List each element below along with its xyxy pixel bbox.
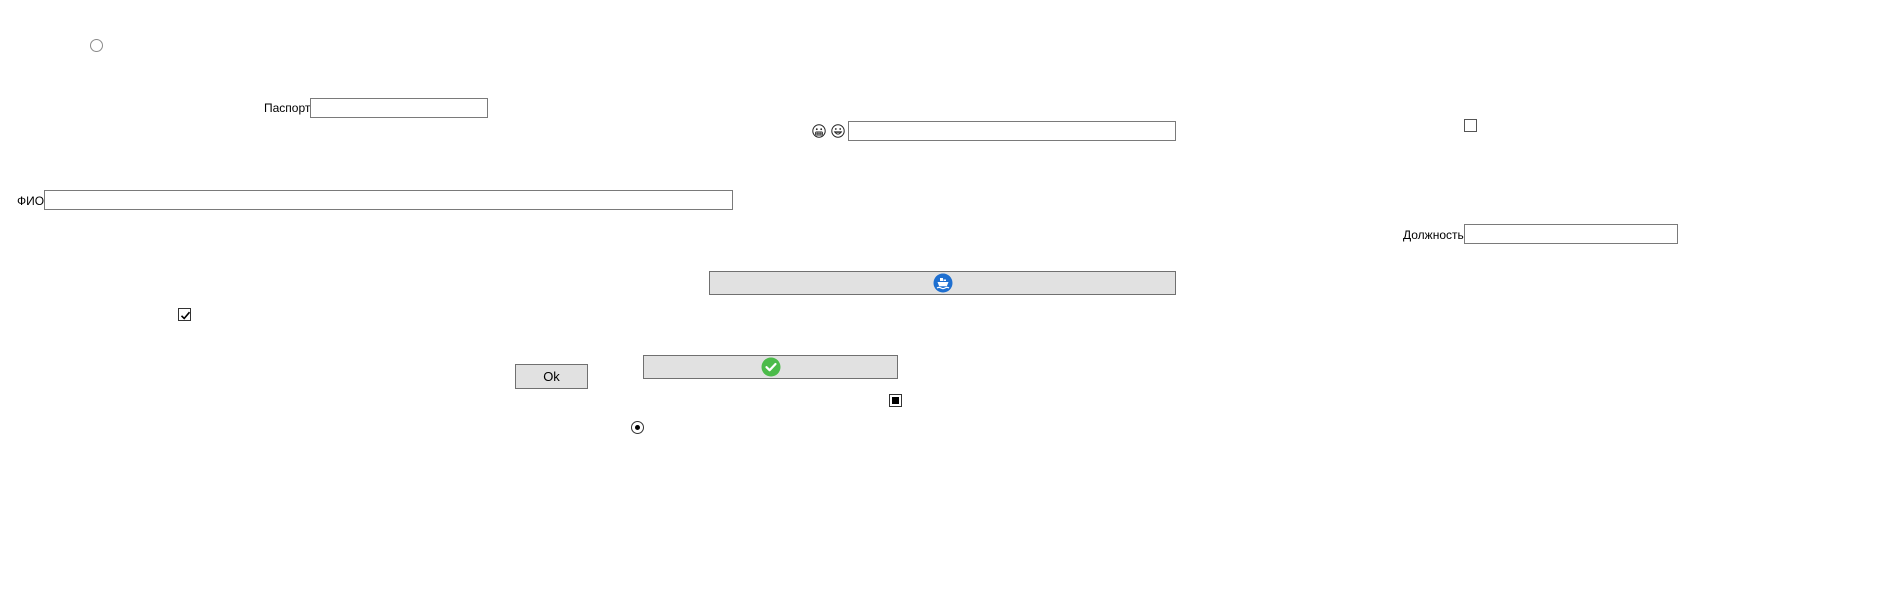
ok-button[interactable]: Ok <box>515 364 588 389</box>
checkbox-right[interactable] <box>1464 119 1477 132</box>
grinning-face-icon <box>831 124 845 138</box>
radio-option-top[interactable] <box>90 39 103 52</box>
grimacing-face-icon <box>812 124 826 138</box>
radio-option-bottom[interactable] <box>631 421 644 434</box>
passport-input[interactable] <box>310 98 488 118</box>
fio-input[interactable] <box>44 190 733 210</box>
ship-icon-button[interactable] <box>709 271 1176 295</box>
ship-icon <box>933 273 953 293</box>
fio-label: ФИО <box>17 194 45 208</box>
check-circle-icon <box>761 357 781 377</box>
checkmark-icon <box>180 311 191 320</box>
emoji-text-input[interactable] <box>848 121 1176 141</box>
check-icon-button[interactable] <box>643 355 898 379</box>
checkbox-indeterminate[interactable] <box>889 394 902 407</box>
position-input[interactable] <box>1464 224 1678 244</box>
position-label: Должность <box>1403 228 1464 242</box>
checkbox-left[interactable] <box>178 308 191 321</box>
passport-label: Паспорт <box>264 101 311 115</box>
